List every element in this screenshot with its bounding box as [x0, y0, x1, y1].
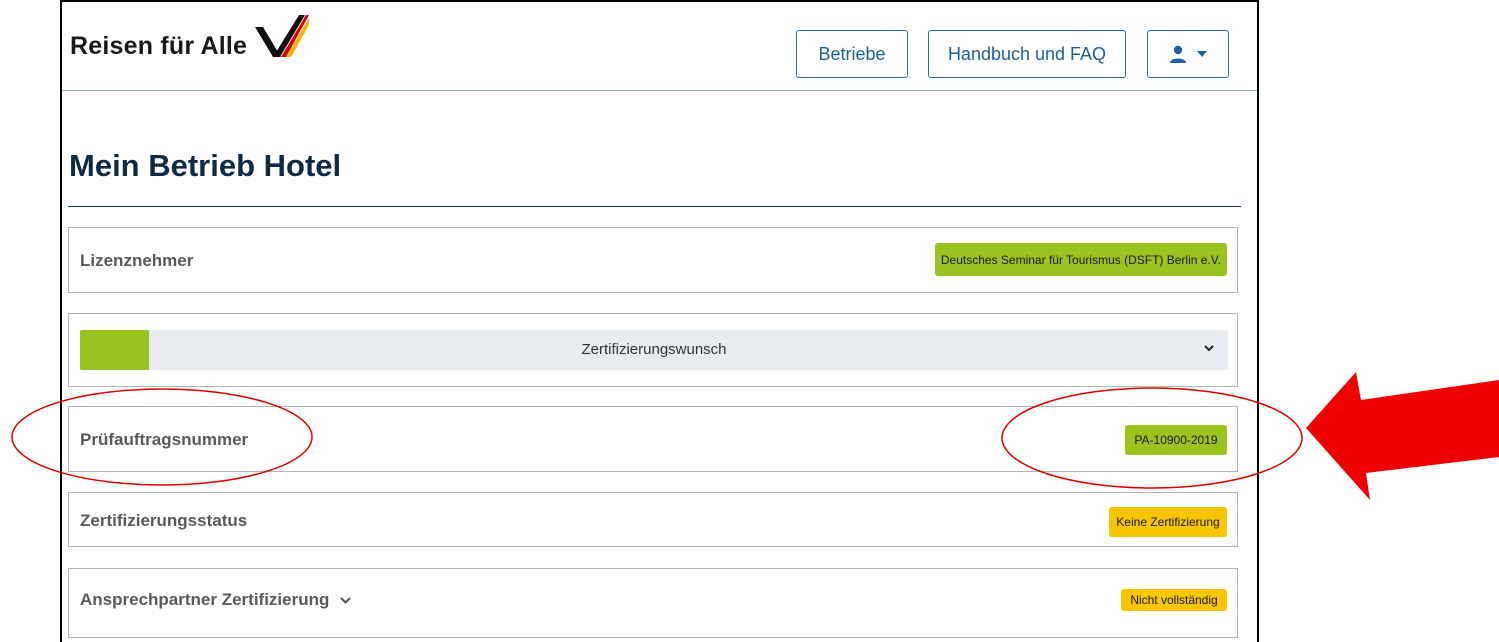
lizenznehmer-row: Lizenznehmer Deutsches Seminar für Touri…: [68, 227, 1238, 293]
app-window: Reisen für Alle Betriebe Handbuch und FA…: [60, 0, 1259, 642]
nav-betriebe-button[interactable]: Betriebe: [796, 30, 908, 78]
ansprechpartner-label: Ansprechpartner Zertifizierung: [80, 590, 351, 610]
page-title: Mein Betrieb Hotel: [69, 148, 342, 183]
user-menu-button[interactable]: [1147, 30, 1229, 78]
zertifizierungswunsch-toggle[interactable]: Zertifizierungswunsch: [80, 330, 1228, 370]
brand-logo[interactable]: Reisen für Alle: [70, 14, 310, 61]
lizenznehmer-label: Lizenznehmer: [80, 251, 194, 270]
zertifizierungswunsch-panel: Zertifizierungswunsch: [68, 313, 1238, 387]
zertifizierungsstatus-label: Zertifizierungsstatus: [80, 511, 248, 530]
zertifizierungsstatus-badge: Keine Zertifizierung: [1109, 507, 1227, 537]
ansprechpartner-row[interactable]: Ansprechpartner Zertifizierung Nicht vol…: [68, 568, 1238, 638]
zertifizierungswunsch-label: Zertifizierungswunsch: [581, 341, 727, 358]
user-icon: [1170, 45, 1186, 63]
caret-down-icon: [1197, 51, 1207, 57]
chevron-down-icon[interactable]: [340, 596, 351, 605]
title-divider: [68, 206, 1241, 207]
checkmark-logo-icon: [255, 14, 310, 57]
nav-handbuch-faq-button[interactable]: Handbuch und FAQ: [928, 30, 1126, 78]
chevron-down-icon: [1204, 345, 1214, 352]
top-navbar: Reisen für Alle Betriebe Handbuch und FA…: [62, 2, 1257, 91]
annotation-arrow: [1306, 372, 1499, 500]
ansprechpartner-badge: Nicht vollständig: [1121, 589, 1227, 611]
zertifizierungsstatus-row: Zertifizierungsstatus Keine Zertifizieru…: [68, 492, 1238, 547]
ansprechpartner-label-text: Ansprechpartner Zertifizierung: [80, 590, 330, 609]
logo-text: Reisen für Alle: [70, 32, 248, 60]
pruefauftragsnummer-label: Prüfauftragsnummer: [80, 430, 249, 449]
pruefauftragsnummer-row: Prüfauftragsnummer PA-10900-2019: [68, 406, 1238, 472]
lizenznehmer-badge: Deutsches Seminar für Tourismus (DSFT) B…: [934, 243, 1227, 276]
pruefauftragsnummer-badge: PA-10900-2019: [1125, 425, 1227, 455]
